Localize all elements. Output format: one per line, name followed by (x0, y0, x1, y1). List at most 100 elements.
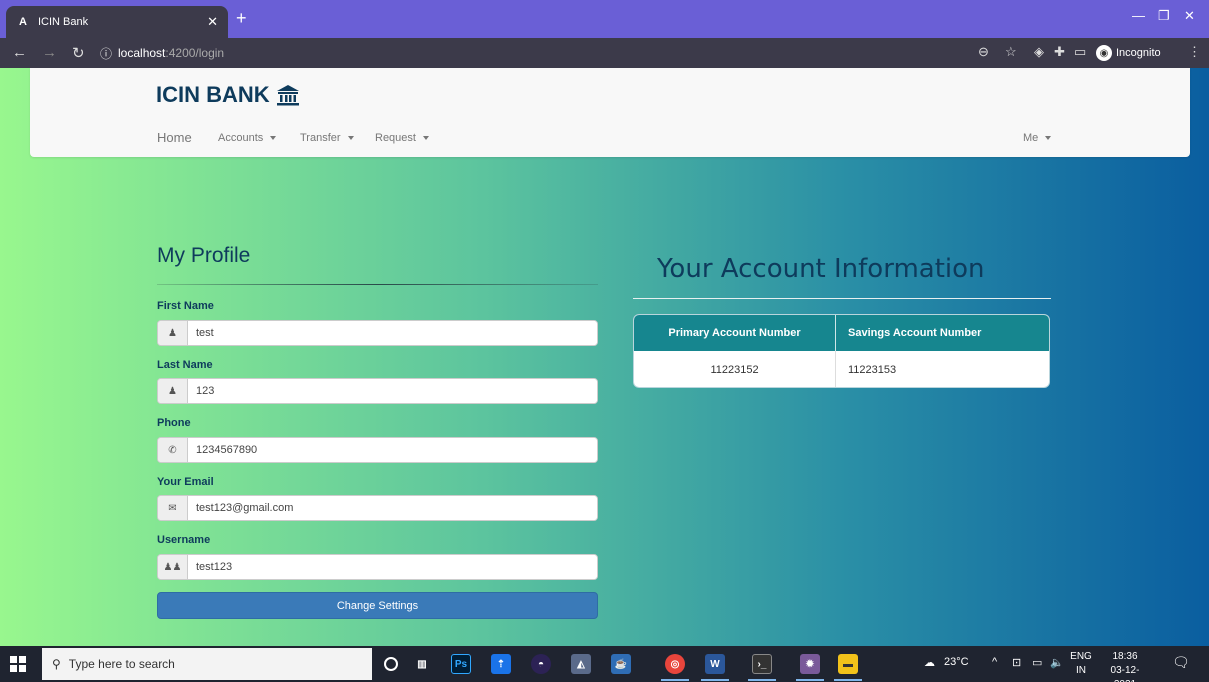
caret-down-icon (270, 136, 277, 140)
minimize-icon[interactable]: — (1132, 8, 1145, 23)
notifications-icon[interactable]: 🗨 (1172, 654, 1190, 671)
incognito-indicator[interactable]: ◉ Incognito (1096, 43, 1161, 63)
chrome-icon[interactable]: ◎ (665, 654, 685, 674)
new-tab-icon[interactable]: + (236, 9, 247, 27)
onedrive-icon[interactable]: ⊡ (1012, 656, 1021, 669)
word-active-indicator (701, 679, 729, 681)
chrome-active-indicator (661, 679, 689, 681)
incognito-label: Incognito (1116, 47, 1161, 59)
tab-title: ICIN Bank (38, 16, 89, 28)
back-icon[interactable]: ← (12, 44, 27, 61)
nav-accounts[interactable]: Accounts (218, 132, 277, 144)
brand-logo[interactable]: ICIN BANK (156, 82, 300, 108)
language-indicator[interactable]: ENG IN (1070, 650, 1092, 678)
close-tab-icon[interactable]: ✕ (207, 14, 218, 30)
first-name-label: First Name (157, 300, 214, 312)
game-app-icon[interactable]: ✹ (800, 654, 820, 674)
nav-request[interactable]: Request (375, 132, 429, 144)
nav-home[interactable]: Home (157, 130, 192, 145)
first-name-field: ♟ (157, 320, 598, 346)
savings-account-header: Savings Account Number (848, 327, 982, 339)
address-bar[interactable]: ⓘ localhost:4200/login (100, 42, 1050, 64)
email-input[interactable] (188, 496, 597, 520)
cortana-icon[interactable] (384, 657, 398, 671)
taskbar-search[interactable]: ⚲ Type here to search (42, 648, 372, 680)
reload-icon[interactable]: ↻ (72, 44, 85, 62)
windows-taskbar: ⚲ Type here to search ▥ Ps ⇡ ◓ ◭ ☕ ◎ W ›… (0, 646, 1209, 682)
java-icon[interactable]: ☕ (611, 654, 631, 674)
nav-transfer[interactable]: Transfer (300, 132, 354, 144)
username-field: ♟♟ (157, 554, 598, 580)
savings-account-number: 11223153 (848, 364, 897, 376)
clock-time: 18:36 (1112, 651, 1138, 662)
restore-icon[interactable]: ❐ (1158, 8, 1170, 24)
shield-extension-icon[interactable]: ◈ (1034, 44, 1044, 60)
email-label: Your Email (157, 476, 214, 488)
primary-account-number: 11223152 (634, 351, 836, 387)
nav-me-label: Me (1023, 132, 1039, 144)
account-info-divider (633, 298, 1051, 299)
last-name-label: Last Name (157, 359, 213, 371)
clock-date: 03-12-2021 (1110, 665, 1140, 682)
angular-icon: A (19, 16, 27, 28)
close-window-icon[interactable]: ✕ (1184, 8, 1195, 24)
terminal-icon[interactable]: ›_ (752, 654, 772, 674)
search-icon: ⚲ (52, 657, 61, 671)
nav-me[interactable]: Me (1023, 132, 1052, 144)
sourcetree-icon[interactable]: ⇡ (491, 654, 511, 674)
photoshop-icon[interactable]: Ps (451, 654, 471, 674)
browser-menu-icon[interactable]: ⋮ (1188, 44, 1201, 60)
caret-down-icon (422, 136, 429, 140)
browser-tab[interactable]: A ICIN Bank ✕ (6, 6, 228, 38)
first-name-input[interactable] (188, 321, 597, 345)
file-explorer-icon[interactable]: ▬ (838, 654, 858, 674)
bookmark-star-icon[interactable]: ☆ (1005, 44, 1017, 60)
mysql-workbench-icon[interactable]: ◭ (571, 654, 591, 674)
last-name-input[interactable] (188, 379, 597, 403)
phone-field: ✆ (157, 437, 598, 463)
site-navbar: ICIN BANK Home Accounts Transfer Request… (30, 68, 1190, 157)
zoom-icon[interactable]: ⊖ (978, 44, 989, 60)
caret-down-icon (1045, 136, 1052, 140)
windows-start-icon[interactable] (10, 656, 26, 672)
profile-title: My Profile (157, 244, 251, 267)
nav-transfer-label: Transfer (300, 132, 341, 144)
phone-input[interactable] (188, 438, 597, 462)
username-input[interactable] (188, 555, 597, 579)
eclipse-icon[interactable]: ◓ (531, 654, 551, 674)
account-info-title: Your Account Information (657, 254, 985, 284)
taskbar-clock[interactable]: 18:36 03-12-2021 (1100, 650, 1150, 682)
weather-temp[interactable]: 23°C (944, 656, 969, 668)
forward-icon[interactable]: → (42, 44, 57, 61)
language-region: IN (1076, 665, 1086, 676)
account-table-header: Primary Account Number Savings Account N… (634, 315, 1049, 351)
info-icon[interactable]: ⓘ (100, 45, 112, 62)
url-path: :4200/login (165, 46, 225, 60)
show-hidden-icons-icon[interactable]: ^ (992, 656, 997, 668)
weather-icon[interactable]: ☁ (924, 656, 935, 669)
email-field: ✉ (157, 495, 598, 521)
task-view-icon[interactable]: ▥ (412, 654, 432, 674)
incognito-icon: ◉ (1096, 45, 1112, 61)
explorer-active-indicator (834, 679, 862, 681)
browser-titlebar: A ICIN Bank ✕ + — ❐ ✕ (0, 0, 1209, 38)
users-icon: ♟♟ (158, 555, 188, 579)
game-active-indicator (796, 679, 824, 681)
word-icon[interactable]: W (705, 654, 725, 674)
brand-name: ICIN BANK (156, 82, 270, 107)
volume-icon[interactable]: 🔈 (1050, 656, 1064, 669)
browser-toolbar: ← → ↻ ⓘ localhost:4200/login ⊖ ☆ ◈ ✚ ▭ ◉… (0, 38, 1209, 68)
last-name-field: ♟ (157, 378, 598, 404)
nav-accounts-label: Accounts (218, 132, 264, 144)
cast-icon[interactable]: ▭ (1074, 44, 1086, 60)
extensions-puzzle-icon[interactable]: ✚ (1054, 44, 1065, 60)
primary-account-header: Primary Account Number (634, 315, 836, 351)
phone-icon: ✆ (158, 438, 188, 462)
table-row: 11223152 11223153 (634, 351, 1049, 387)
user-icon: ♟ (158, 321, 188, 345)
language-code: ENG (1070, 651, 1092, 662)
battery-icon[interactable]: ▭ (1032, 656, 1042, 669)
page-body: ICIN BANK Home Accounts Transfer Request… (0, 68, 1209, 646)
caret-down-icon (347, 136, 354, 140)
change-settings-button[interactable]: Change Settings (157, 592, 598, 619)
